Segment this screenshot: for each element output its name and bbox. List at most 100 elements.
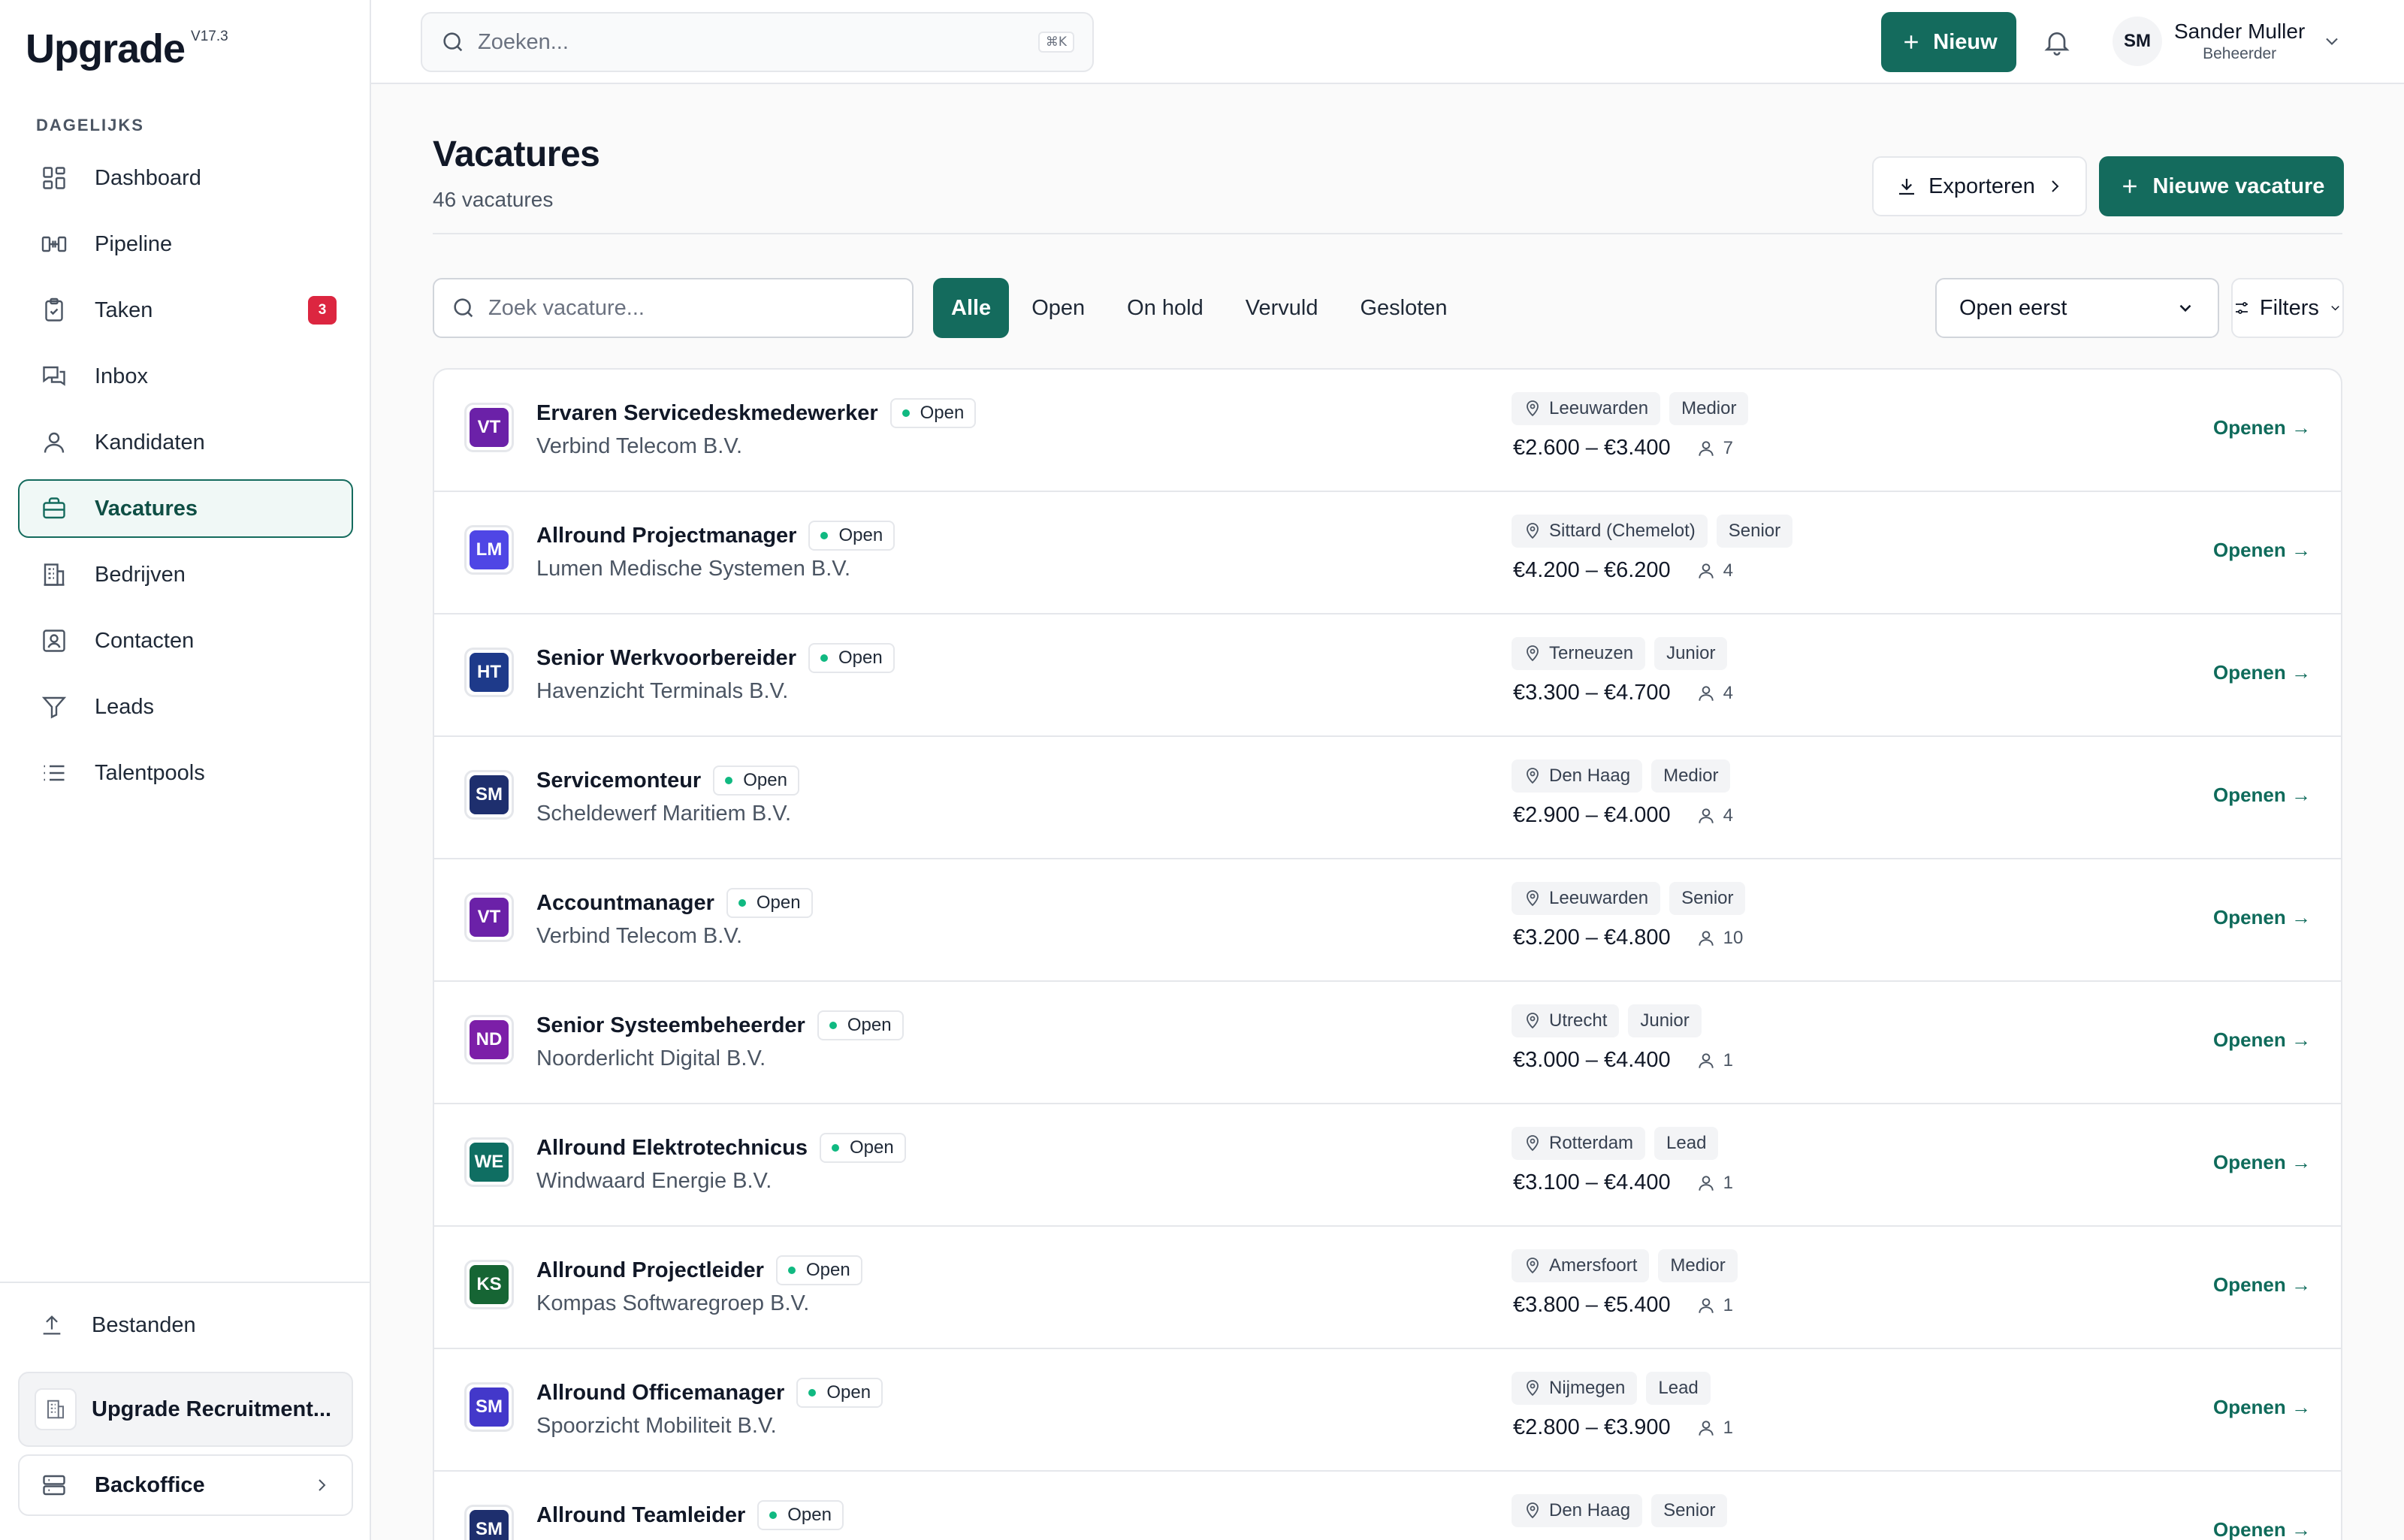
tab-open[interactable]: Open (1012, 278, 1104, 338)
level-chip: Medior (1669, 392, 1749, 425)
vacancy-row[interactable]: VT Ervaren Servicedeskmedewerker Open Ve… (434, 370, 2341, 492)
backoffice-button[interactable]: Backoffice (18, 1454, 353, 1516)
open-vacancy-link[interactable]: Openen → (2213, 1273, 2311, 1297)
new-button-label: Nieuw (1933, 29, 1998, 54)
tab-gesloten[interactable]: Gesloten (1340, 278, 1466, 338)
open-vacancy-link[interactable]: Openen → (2213, 906, 2311, 929)
vacancy-row[interactable]: VT Accountmanager Open Verbind Telecom B… (434, 859, 2341, 982)
vacancy-row[interactable]: SM Servicemonteur Open Scheldewerf Marit… (434, 737, 2341, 859)
open-vacancy-link[interactable]: Openen → (2213, 1151, 2311, 1174)
vacancy-row[interactable]: SM Allround Teamleider Open Den Haag Sen… (434, 1472, 2341, 1540)
location-label: Nijmegen (1549, 1378, 1626, 1398)
company-name: Lumen Medische Systemen B.V. (536, 557, 851, 581)
vacancy-row[interactable]: WE Allround Elektrotechnicus Open Windwa… (434, 1104, 2341, 1227)
filters-button[interactable]: Filters (2231, 278, 2344, 338)
organization-switcher[interactable]: Upgrade Recruitment... (18, 1372, 353, 1447)
vacancy-search[interactable] (433, 278, 914, 338)
clipboard-icon (41, 297, 68, 324)
vacancy-row[interactable]: KS Allround Projectleider Open Kompas So… (434, 1227, 2341, 1349)
open-vacancy-link[interactable]: Openen → (2213, 1396, 2311, 1419)
company-logo: LM (464, 525, 514, 575)
company-logo: HT (464, 648, 514, 697)
vacancy-title[interactable]: Allround Projectleider (536, 1258, 764, 1283)
candidate-count: 10 (1696, 928, 1743, 949)
vacancy-title[interactable]: Allround Teamleider (536, 1503, 745, 1528)
chevron-right-icon (313, 1476, 331, 1494)
vacancy-title-line: Allround Elektrotechnicus Open (536, 1133, 906, 1163)
vacancy-title[interactable]: Senior Werkvoorbereider (536, 646, 796, 671)
sidebar-item-dashboard[interactable]: Dashboard (18, 149, 353, 207)
salary-line: €2.600 – €3.400 7 (1513, 436, 1733, 460)
new-button[interactable]: Nieuw (1881, 12, 2016, 72)
notifications-bell-icon[interactable] (2042, 27, 2072, 57)
sidebar-item-kandidaten[interactable]: Kandidaten (18, 413, 353, 472)
user-icon (41, 429, 68, 456)
export-button[interactable]: Exporteren (1872, 156, 2087, 216)
vacancy-row[interactable]: SM Allround Officemanager Open Spoorzich… (434, 1349, 2341, 1472)
status-dot (831, 1144, 839, 1152)
level-chip: Lead (1654, 1127, 1719, 1160)
global-search[interactable]: ⌘K (421, 12, 1094, 72)
company-logo: VT (464, 403, 514, 452)
sidebar-item-bestanden[interactable]: Bestanden (18, 1303, 196, 1348)
sidebar-item-vacatures[interactable]: Vacatures (18, 479, 353, 538)
salary-line: €2.800 – €3.900 1 (1513, 1415, 1733, 1440)
company-initials: LM (470, 530, 509, 569)
open-vacancy-link[interactable]: Openen → (2213, 539, 2311, 562)
vacancy-title[interactable]: Servicemonteur (536, 768, 701, 793)
sidebar-item-inbox[interactable]: Inbox (18, 347, 353, 406)
sidebar-item-leads[interactable]: Leads (18, 678, 353, 736)
vacancy-title[interactable]: Senior Systeembeheerder (536, 1013, 805, 1038)
sidebar-item-label: Vacatures (95, 496, 198, 521)
vacancy-row[interactable]: LM Allround Projectmanager Open Lumen Me… (434, 492, 2341, 614)
status-badge: Open (808, 643, 895, 673)
tab-on-hold[interactable]: On hold (1107, 278, 1223, 338)
location-label: Rotterdam (1549, 1133, 1634, 1153)
global-search-input[interactable] (478, 29, 1038, 55)
candidate-count: 1 (1696, 1418, 1733, 1439)
user-icon (1696, 684, 1716, 703)
sort-value: Open eerst (1959, 295, 2067, 320)
upload-icon (39, 1312, 65, 1338)
status-badge: Open (819, 1133, 906, 1163)
tab-alle[interactable]: Alle (933, 278, 1010, 338)
vacancy-title-line: Senior Systeembeheerder Open (536, 1010, 904, 1040)
vacancy-search-input[interactable] (488, 295, 895, 321)
vacancy-title[interactable]: Allround Elektrotechnicus (536, 1136, 808, 1161)
vacancy-title-line: Allround Projectmanager Open (536, 521, 895, 551)
sidebar-item-talentpools[interactable]: Talentpools (18, 744, 353, 802)
company-name: Scheldewerf Maritiem B.V. (536, 802, 792, 826)
status-label: Open (847, 1015, 892, 1035)
status-badge: Open (808, 521, 895, 551)
vacancy-row[interactable]: HT Senior Werkvoorbereider Open Havenzic… (434, 614, 2341, 737)
sidebar-item-bedrijven[interactable]: Bedrijven (18, 545, 353, 604)
level-chip: Senior (1651, 1494, 1728, 1527)
user-name: Sander Muller (2174, 20, 2306, 43)
vacancy-row[interactable]: ND Senior Systeembeheerder Open Noorderl… (434, 982, 2341, 1104)
sort-select[interactable]: Open eerst (1935, 278, 2219, 338)
download-icon (1895, 175, 1918, 198)
sidebar-item-label: Dashboard (95, 165, 201, 190)
building-icon (35, 1388, 77, 1430)
open-vacancy-link[interactable]: Openen → (2213, 784, 2311, 807)
new-vacancy-button[interactable]: Nieuwe vacature (2099, 156, 2344, 216)
sidebar-item-taken[interactable]: Taken 3 (18, 281, 353, 340)
app-logo[interactable]: Upgrade V17.3 (26, 26, 228, 72)
vacancy-title[interactable]: Ervaren Servicedeskmedewerker (536, 401, 878, 426)
open-vacancy-link[interactable]: Openen → (2213, 661, 2311, 684)
vacancy-title[interactable]: Allround Projectmanager (536, 524, 796, 548)
sidebar-item-pipeline[interactable]: Pipeline (18, 215, 353, 273)
vacancy-title[interactable]: Accountmanager (536, 891, 714, 916)
salary-range: €4.200 – €6.200 (1513, 558, 1671, 582)
sidebar-item-label: Inbox (95, 364, 148, 388)
user-menu[interactable]: SM Sander Muller Beheerder (2113, 17, 2342, 66)
location-pin-icon (1524, 400, 1542, 418)
sidebar-item-contacten[interactable]: Contacten (18, 611, 353, 670)
chevron-down-icon (2176, 298, 2195, 318)
open-vacancy-link[interactable]: Openen → (2213, 416, 2311, 439)
vacancy-title[interactable]: Allround Officemanager (536, 1381, 784, 1406)
open-vacancy-link[interactable]: Openen → (2213, 1518, 2311, 1540)
open-vacancy-link[interactable]: Openen → (2213, 1028, 2311, 1052)
tab-vervuld[interactable]: Vervuld (1226, 278, 1338, 338)
candidate-count: 4 (1696, 805, 1733, 826)
